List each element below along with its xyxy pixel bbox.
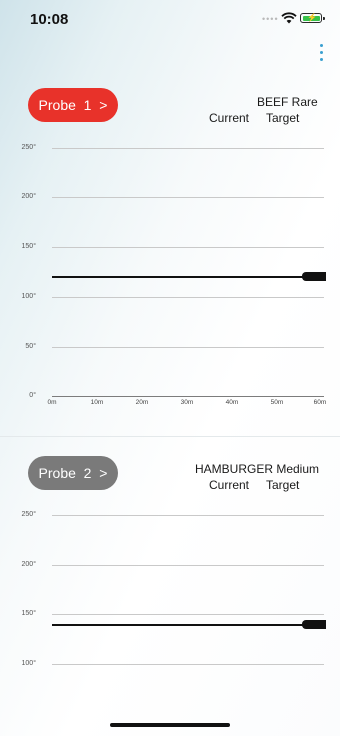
y-tick-label: 250° [21,144,36,151]
y-tick-label: 200° [21,561,36,568]
probe-2-temperature-marker [302,620,326,629]
gridline-250 [52,515,324,516]
y-tick-label: 50° [25,343,36,350]
y-tick-label: 150° [21,243,36,250]
gridline-150 [52,247,324,248]
gridline-100 [52,297,324,298]
y-tick-label: 200° [21,193,36,200]
gridline-200 [52,565,324,566]
probe-1-current-label: Current [209,111,250,125]
probe-2-temperature-line [52,624,312,626]
gridline-100 [52,664,324,665]
probe-1-panel: Probe 1 > BEEF Rare Current Target 250° … [0,0,340,436]
x-tick-label: 50m [270,399,284,406]
probe-1-button[interactable]: Probe 1 > [28,88,118,122]
probe-2-current-label: Current [209,478,250,492]
home-indicator [110,723,230,727]
x-axis-line [52,396,324,397]
gridline-150 [52,614,324,615]
probe-1-meat-label: BEEF Rare [257,95,318,109]
y-tick-label: 100° [21,660,36,667]
probe-2-target-label: Target [266,478,300,492]
x-tick-label: 0m [47,399,57,406]
y-tick-label: 100° [21,293,36,300]
gridline-200 [52,197,324,198]
y-tick-label: 250° [21,511,36,518]
probe-1-target-label: Target [266,111,300,125]
y-tick-label: 0° [29,392,36,399]
x-tick-label: 60m [313,399,327,406]
probe-1-temperature-line [52,276,312,278]
probe-2-panel: Probe 2 > HAMBURGER Medium Current Targe… [0,437,340,736]
probe-2-button[interactable]: Probe 2 > [28,456,118,490]
gridline-50 [52,347,324,348]
x-tick-label: 40m [225,399,239,406]
x-tick-label: 10m [90,399,104,406]
gridline-250 [52,148,324,149]
probe-1-temperature-marker [302,272,326,281]
x-tick-label: 20m [135,399,149,406]
y-tick-label: 150° [21,610,36,617]
x-tick-label: 30m [180,399,194,406]
probe-2-meat-label: HAMBURGER Medium [195,462,320,476]
